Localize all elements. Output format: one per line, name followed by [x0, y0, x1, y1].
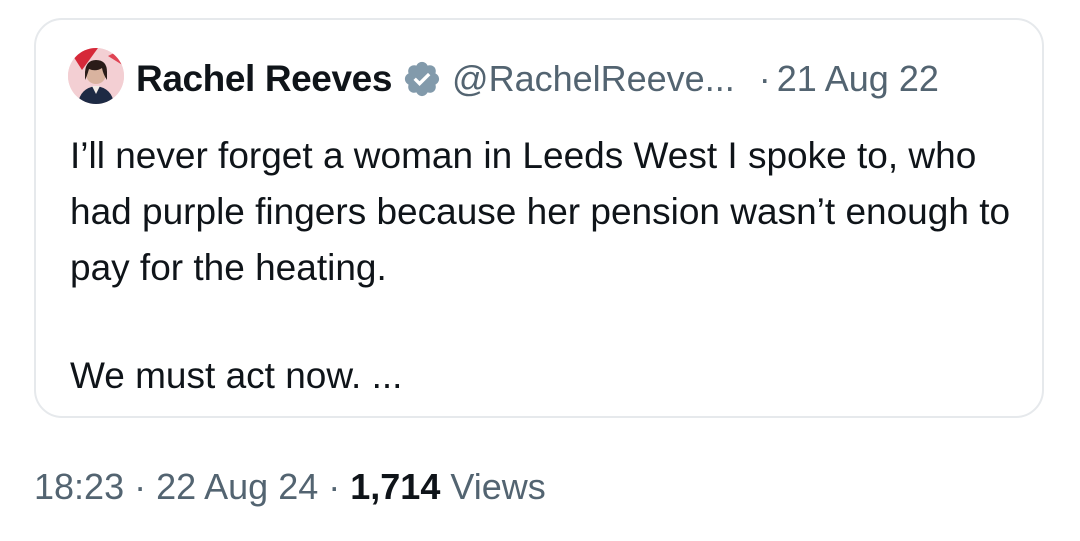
tweet-meta: 18:23 · 22 Aug 24 · 1,714 Views — [34, 462, 546, 512]
quoted-tweet-header: Rachel Reeves @RachelReeve... · 21 Aug 2… — [136, 54, 939, 104]
views-label: Views — [450, 466, 546, 507]
view-count: 1,714 — [350, 466, 441, 507]
quoted-tweet-card[interactable]: Rachel Reeves @RachelReeve... · 21 Aug 2… — [34, 18, 1044, 418]
meta-separator: · — [134, 466, 147, 507]
author-handle[interactable]: @RachelReeve... — [452, 58, 735, 100]
avatar[interactable] — [68, 48, 124, 104]
tweet-time[interactable]: 18:23 — [34, 466, 124, 508]
author-name[interactable]: Rachel Reeves — [136, 58, 392, 100]
quoted-tweet-date[interactable]: 21 Aug 22 — [777, 58, 939, 100]
tweet-date[interactable]: 22 Aug 24 — [156, 466, 318, 508]
quoted-tweet-text: I’ll never forget a woman in Leeds West … — [70, 128, 1030, 404]
verified-badge-icon — [402, 59, 442, 99]
tweet-paragraph: We must act now. ... — [70, 355, 403, 396]
tweet-paragraph: I’ll never forget a woman in Leeds West … — [70, 135, 1011, 288]
header-separator: · — [758, 58, 771, 99]
meta-separator: · — [328, 466, 341, 507]
